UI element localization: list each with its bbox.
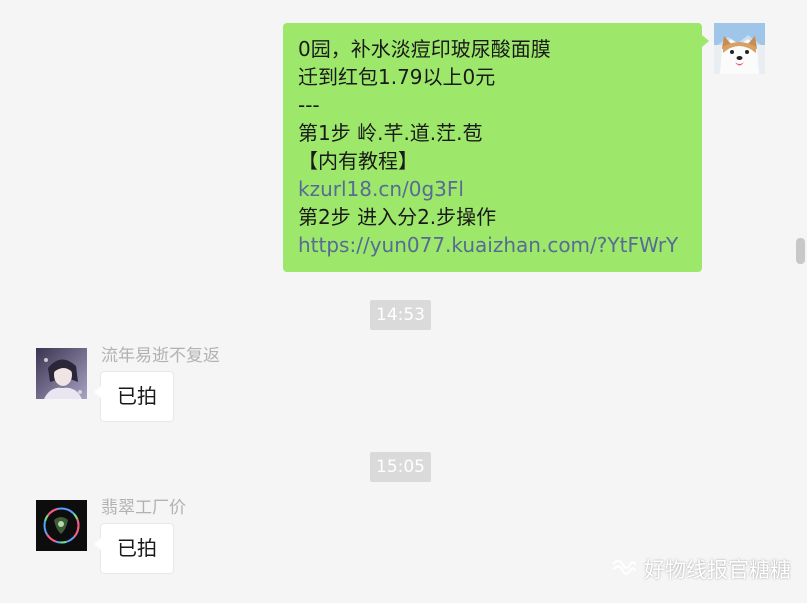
message-line: 第1步 岭.芊.道.茳.苞 [298,121,483,145]
sender-avatar[interactable] [36,348,87,399]
anime-avatar-icon [36,348,87,399]
message-line: --- [298,93,320,117]
message-line: 【内有教程】 [298,149,418,173]
message-link[interactable]: https://yun077.kuaizhan.com/?YtFWrY [298,231,687,259]
sender-name: 翡翠工厂价 [101,498,186,518]
message-line: 0园，补水淡痘印玻尿酸面膜 [298,37,551,61]
sender-avatar[interactable] [36,500,87,551]
time-divider: 15:05 [370,452,431,482]
dark-logo-avatar-icon [36,500,87,551]
sender-name: 流年易逝不复返 [101,346,220,366]
scrollbar-thumb[interactable] [796,238,805,264]
watermark-text: 好物线报官糖糖 [644,558,791,582]
incoming-message-bubble[interactable]: 已拍 [94,371,174,422]
message-line: 第2步 进入分2.步操作 [298,205,497,229]
my-avatar[interactable] [714,23,765,74]
outgoing-message-bubble[interactable]: 0园，补水淡痘印玻尿酸面膜 迁到红包1.79以上0元 --- 第1步 岭.芊.道… [283,23,709,272]
dog-avatar-icon [714,23,765,74]
wechat-channel-icon [613,559,636,575]
incoming-message-bubble[interactable]: 已拍 [94,523,174,574]
message-link[interactable]: kzurl18.cn/0g3Fl [298,175,687,203]
message-line: 迁到红包1.79以上0元 [298,65,496,89]
watermark: 好物线报官糖糖 [612,555,791,583]
time-divider: 14:53 [370,300,431,330]
